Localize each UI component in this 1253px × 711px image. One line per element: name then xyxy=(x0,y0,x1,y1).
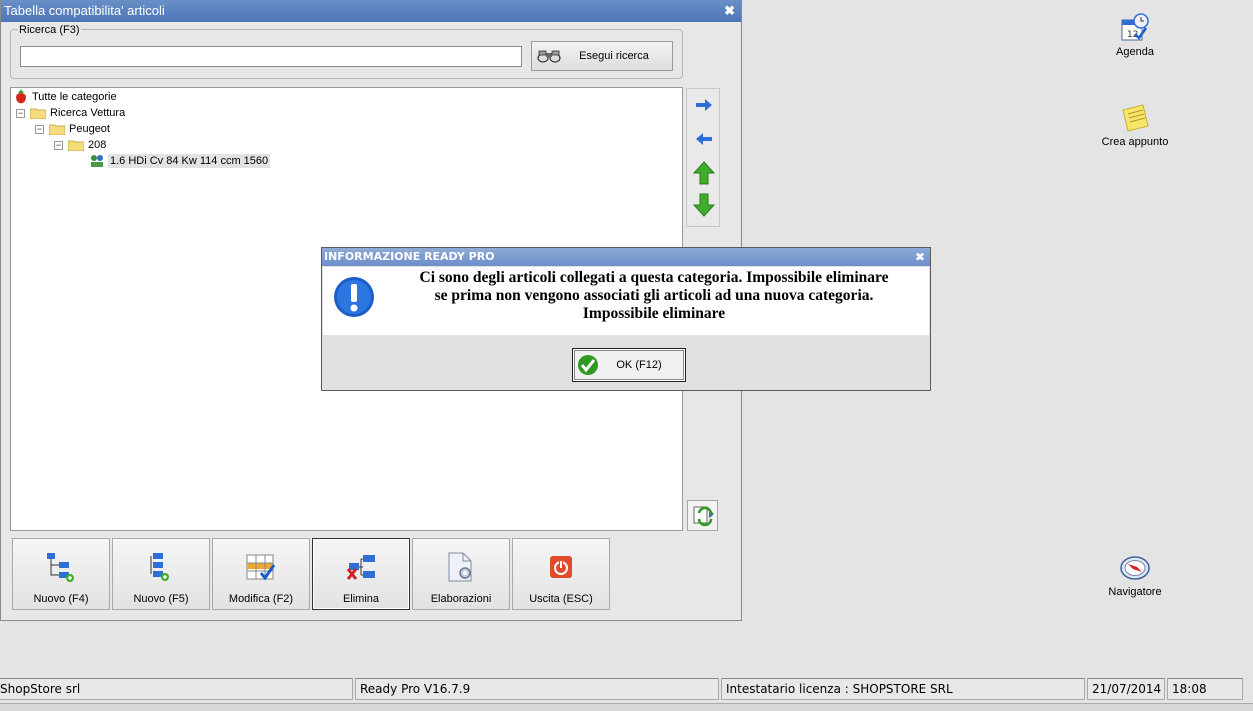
sticky-note-icon xyxy=(1122,104,1149,132)
dialog-title: INFORMAZIONE READY PRO xyxy=(324,250,495,263)
refresh-icon xyxy=(693,506,714,526)
status-license: Intestatario licenza : SHOPSTORE SRL xyxy=(721,678,1085,700)
dialog-close-button[interactable]: ✖ xyxy=(915,248,925,266)
dialog-message-line: Ci sono degli articoli collegati a quest… xyxy=(419,269,889,286)
collapse-toggle[interactable]: − xyxy=(35,124,44,134)
collapse-toggle[interactable]: − xyxy=(54,140,63,150)
processing-icon xyxy=(448,552,472,582)
button-label: Elaborazioni xyxy=(430,593,492,605)
button-label: Nuovo (F5) xyxy=(133,593,189,605)
search-button[interactable]: Esegui ricerca xyxy=(531,41,673,71)
search-legend: Ricerca (F3) xyxy=(18,24,81,36)
search-button-label: Esegui ricerca xyxy=(579,50,649,62)
window-title: Tabella compatibilita' articoli xyxy=(4,3,165,18)
status-time: 18:08 xyxy=(1167,678,1243,700)
ok-button-label: OK (F12) xyxy=(616,359,662,371)
status-date: 21/07/2014 xyxy=(1087,678,1165,700)
status-bar: ShopStore srl Ready Pro V16.7.9 Intestat… xyxy=(0,678,1253,700)
ok-button[interactable]: OK (F12) xyxy=(572,348,686,382)
arrow-left-icon xyxy=(696,133,712,145)
vehicle-item-icon xyxy=(91,155,103,167)
tree-item-peugeot[interactable]: − Peugeot xyxy=(35,121,110,137)
move-right-button[interactable] xyxy=(689,91,719,119)
button-label: Uscita (ESC) xyxy=(529,593,593,605)
new-f4-button[interactable]: Nuovo (F4) xyxy=(12,538,110,610)
compass-icon xyxy=(1120,556,1150,580)
check-icon xyxy=(578,355,598,375)
strawberry-icon xyxy=(16,89,26,104)
search-group: Ricerca (F3) Esegui ricerca xyxy=(10,24,683,79)
tree-item-label: 208 xyxy=(88,139,107,151)
move-left-button[interactable] xyxy=(689,125,719,153)
window-close-button[interactable]: ✖ xyxy=(724,0,735,22)
new-node-icon xyxy=(47,553,74,582)
tree-item-label: Tutte le categorie xyxy=(32,91,117,103)
status-version: Ready Pro V16.7.9 xyxy=(355,678,719,700)
tree-item-label: Peugeot xyxy=(69,123,110,135)
new-child-node-icon xyxy=(150,553,169,581)
move-down-button[interactable] xyxy=(689,191,719,219)
tree-item-208[interactable]: − 208 xyxy=(54,137,106,153)
new-f5-button[interactable]: Nuovo (F5) xyxy=(112,538,210,610)
binoculars-icon xyxy=(537,50,561,63)
tree-item-root[interactable]: Tutte le categorie xyxy=(14,89,117,105)
move-up-button[interactable] xyxy=(689,159,719,187)
exit-icon xyxy=(550,556,572,578)
arrow-up-icon xyxy=(693,161,715,185)
folder-icon xyxy=(49,124,65,135)
dialog-message: Ci sono degli articoli collegati a quest… xyxy=(381,269,927,323)
side-toolbar xyxy=(686,88,720,227)
desktop-icon-label: Crea appunto xyxy=(1101,136,1169,148)
tree-item-label: 1.6 HDi Cv 84 Kw 114 ccm 1560 xyxy=(108,154,271,168)
dialog-title-bar[interactable]: INFORMAZIONE READY PRO ✖ xyxy=(322,248,930,266)
button-label: Elimina xyxy=(342,593,380,605)
delete-node-icon xyxy=(346,555,375,580)
folder-icon xyxy=(30,108,46,119)
calendar-clock-icon: 12 xyxy=(1121,13,1149,41)
desktop-icon-label: Navigatore xyxy=(1108,586,1162,598)
info-dialog: INFORMAZIONE READY PRO ✖ Ci sono degli a… xyxy=(321,247,931,391)
desktop-icon-crea-appunto[interactable]: Crea appunto xyxy=(1080,102,1190,148)
taskbar-strip xyxy=(0,703,1253,711)
delete-button[interactable]: Elimina xyxy=(312,538,410,610)
dialog-message-line: Impossibile eliminare xyxy=(582,305,726,322)
exit-button[interactable]: Uscita (ESC) xyxy=(512,538,610,610)
tree-item-label: Ricerca Vettura xyxy=(50,107,126,119)
status-company: ShopStore srl xyxy=(0,678,353,700)
desktop-icon-label: Agenda xyxy=(1116,46,1154,58)
desktop-icon-navigatore[interactable]: Navigatore xyxy=(1080,552,1190,598)
search-input[interactable] xyxy=(20,46,522,67)
edit-f2-button[interactable]: Modifica (F2) xyxy=(212,538,310,610)
dialog-message-line: se prima non vengono associati gli artic… xyxy=(434,287,874,304)
tree-item-vehicle[interactable]: 1.6 HDi Cv 84 Kw 114 ccm 1560 xyxy=(89,153,271,169)
arrow-right-icon xyxy=(696,99,712,111)
processing-button[interactable]: Elaborazioni xyxy=(412,538,510,610)
refresh-button[interactable] xyxy=(687,500,718,531)
button-label: Nuovo (F4) xyxy=(33,593,89,605)
dialog-body: Ci sono degli articoli collegati a quest… xyxy=(323,267,929,335)
tree-item-ricerca-vettura[interactable]: − Ricerca Vettura xyxy=(16,105,125,121)
button-label: Modifica (F2) xyxy=(228,593,294,605)
edit-grid-icon xyxy=(246,554,276,581)
window-title-bar[interactable]: Tabella compatibilita' articoli ✖ xyxy=(1,0,741,22)
arrow-down-icon xyxy=(693,193,715,217)
info-exclamation-icon xyxy=(334,277,374,317)
folder-icon xyxy=(68,140,84,151)
collapse-toggle[interactable]: − xyxy=(16,108,25,118)
desktop-icon-agenda[interactable]: 12 Agenda xyxy=(1080,12,1190,58)
